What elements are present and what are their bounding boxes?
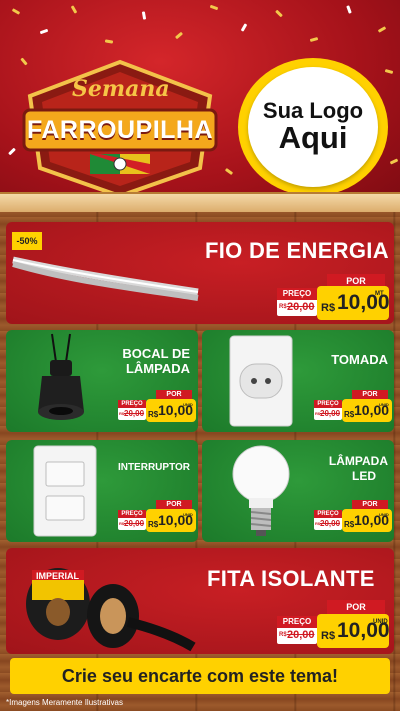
bocal-title-line1: BOCAL DE <box>122 346 190 361</box>
outlet-image <box>229 335 293 427</box>
discount-tag: -50% <box>12 232 42 250</box>
lampada-title-line2: LED <box>352 469 376 483</box>
light-switch-image <box>33 445 97 537</box>
lampada-title-line1: LÂMPADA <box>328 454 388 468</box>
insulating-tape-image <box>26 568 196 652</box>
header-divider <box>0 192 400 214</box>
logo-placeholder: Sua Logo Aqui <box>238 58 388 196</box>
fita-price: POR PREÇO R$ 20,00 R$ 10,00 UNID <box>275 600 391 650</box>
flyer-page: Semana FARROUPILHA Sua Logo Aqui -50% FI… <box>0 0 400 711</box>
lampada-price: POR PREÇO R$ 20,00 R$ 10,00 UNID <box>314 500 394 534</box>
lamp-socket-image <box>38 333 84 420</box>
tomada-price: POR PREÇO R$ 20,00 R$ 10,00 UNID <box>314 390 394 424</box>
tomada-title: TOMADA <box>331 352 388 367</box>
bocal-title-line2: LÂMPADA <box>125 361 190 376</box>
bocal-price: POR PREÇO R$ 20,00 R$ 10,00 UNID <box>118 390 198 424</box>
fita-brand: IMPERIAL <box>36 571 80 581</box>
interruptor-title: INTERRUPTOR <box>117 462 190 473</box>
fio-price: POR PREÇO R$ 20,00 R$ 10,00 MT <box>275 274 391 322</box>
badge-title-farroupilha: FARROUPILHA <box>26 116 214 144</box>
wire-image <box>12 256 199 301</box>
disclaimer-text: *Imagens Meramente Ilustrativas <box>6 698 123 707</box>
header-banner: Semana FARROUPILHA Sua Logo Aqui <box>0 0 400 205</box>
badge-title-semana: Semana <box>72 76 170 102</box>
fita-title: FITA ISOLANTE <box>207 566 375 591</box>
interruptor-price: POR PREÇO R$ 20,00 R$ 10,00 UNID <box>118 500 198 534</box>
logo-text-line1: Sua Logo <box>262 98 364 124</box>
logo-text-line2: Aqui <box>278 120 348 156</box>
fio-title: FIO DE ENERGIA <box>205 238 389 263</box>
cta-banner[interactable]: Crie seu encarte com este tema! <box>10 658 390 694</box>
led-bulb-image <box>232 445 290 536</box>
